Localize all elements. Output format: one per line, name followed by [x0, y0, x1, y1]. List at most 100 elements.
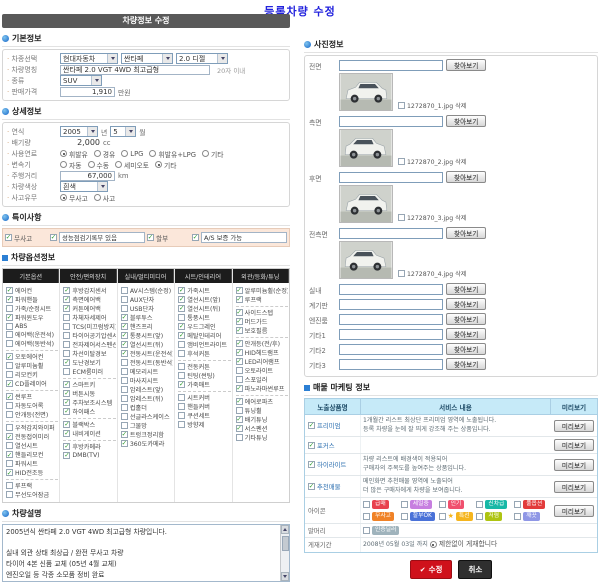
option-checkbox[interactable] — [178, 287, 185, 294]
option-checkbox[interactable] — [121, 359, 128, 366]
option-checkbox[interactable] — [178, 323, 185, 330]
option-checkbox[interactable] — [236, 327, 243, 334]
option-checkbox[interactable] — [236, 434, 243, 441]
option-checkbox[interactable] — [178, 305, 185, 312]
browse-button[interactable]: 찾아보기 — [446, 283, 486, 295]
photo-delete-checkbox[interactable] — [398, 158, 405, 165]
mileage-input[interactable] — [60, 171, 115, 181]
option-checkbox[interactable] — [6, 305, 13, 312]
fuel-radio[interactable] — [60, 150, 67, 157]
option-checkbox[interactable] — [6, 296, 13, 303]
option-checkbox[interactable] — [121, 305, 128, 312]
option-checkbox[interactable] — [6, 393, 13, 400]
photo-file-input[interactable] — [339, 172, 443, 183]
photo-file-input[interactable] — [339, 329, 443, 340]
option-checkbox[interactable] — [178, 381, 185, 388]
chevron-down-icon[interactable] — [87, 127, 97, 136]
option-checkbox[interactable] — [121, 296, 128, 303]
option-checkbox[interactable] — [6, 451, 13, 458]
badge-checkbox[interactable] — [439, 513, 446, 520]
preview-button[interactable]: 미리보기 — [554, 459, 594, 471]
badge-checkbox[interactable] — [514, 513, 521, 520]
option-checkbox[interactable] — [236, 407, 243, 414]
badge-checkbox[interactable] — [401, 501, 408, 508]
option-checkbox[interactable] — [63, 359, 70, 366]
option-checkbox[interactable] — [236, 425, 243, 432]
option-checkbox[interactable] — [178, 350, 185, 357]
fuel-radio[interactable] — [121, 150, 128, 157]
option-checkbox[interactable] — [121, 323, 128, 330]
option-checkbox[interactable] — [236, 376, 243, 383]
option-checkbox[interactable] — [63, 350, 70, 357]
chevron-down-icon[interactable] — [91, 76, 101, 85]
option-checkbox[interactable] — [178, 332, 185, 339]
option-checkbox[interactable] — [63, 430, 70, 437]
option-checkbox[interactable] — [121, 332, 128, 339]
car-name-input[interactable] — [60, 65, 210, 75]
special-checkbox[interactable] — [5, 234, 12, 241]
option-checkbox[interactable] — [236, 416, 243, 423]
option-checkbox[interactable] — [63, 341, 70, 348]
chevron-down-icon[interactable] — [162, 54, 172, 63]
photo-file-input[interactable] — [339, 299, 443, 310]
submit-button[interactable]: 수정 — [410, 560, 453, 579]
badge-checkbox[interactable] — [476, 501, 483, 508]
price-input[interactable] — [60, 87, 115, 97]
special-checkbox[interactable] — [192, 234, 199, 241]
scrollbar-thumb[interactable] — [282, 536, 289, 551]
photo-file-input[interactable] — [339, 284, 443, 295]
accident-radio[interactable] — [60, 194, 67, 201]
browse-button[interactable]: 찾아보기 — [446, 328, 486, 340]
photo-file-input[interactable] — [339, 60, 443, 71]
option-checkbox[interactable] — [6, 323, 13, 330]
year-select[interactable]: 2005 — [60, 126, 98, 137]
option-checkbox[interactable] — [6, 482, 13, 489]
option-checkbox[interactable] — [63, 443, 70, 450]
chevron-down-icon[interactable] — [125, 127, 135, 136]
marketing-checkbox[interactable] — [308, 483, 315, 490]
option-checkbox[interactable] — [178, 372, 185, 379]
textarea-scrollbar[interactable] — [280, 525, 289, 581]
marketing-checkbox[interactable] — [308, 422, 315, 429]
chevron-down-icon[interactable] — [217, 54, 227, 63]
browse-button[interactable]: 찾아보기 — [446, 227, 486, 239]
option-checkbox[interactable] — [178, 314, 185, 321]
option-checkbox[interactable] — [6, 340, 13, 347]
option-checkbox[interactable] — [6, 424, 13, 431]
option-checkbox[interactable] — [6, 331, 13, 338]
browse-button[interactable]: 찾아보기 — [446, 313, 486, 325]
browse-button[interactable]: 찾아보기 — [446, 59, 486, 71]
option-checkbox[interactable] — [236, 318, 243, 325]
option-checkbox[interactable] — [6, 353, 13, 360]
description-textarea[interactable]: 2005년식 싼타페 2.0 VGT 4WD 최고급형 차량입니다. 실내 외관… — [2, 524, 290, 582]
photo-delete-checkbox[interactable] — [398, 102, 405, 109]
badge-checkbox[interactable] — [476, 513, 483, 520]
special-checkbox[interactable] — [147, 234, 154, 241]
browse-button[interactable]: 찾아보기 — [446, 115, 486, 127]
option-checkbox[interactable] — [63, 323, 70, 330]
preview-button[interactable]: 미리보기 — [554, 420, 594, 432]
option-checkbox[interactable] — [63, 305, 70, 312]
option-checkbox[interactable] — [6, 469, 13, 476]
fuel-radio[interactable] — [149, 150, 156, 157]
option-checkbox[interactable] — [6, 362, 13, 369]
month-select[interactable]: 5 — [110, 126, 136, 137]
accident-radio[interactable] — [94, 194, 101, 201]
option-checkbox[interactable] — [121, 386, 128, 393]
option-checkbox[interactable] — [121, 350, 128, 357]
option-checkbox[interactable] — [6, 491, 13, 498]
option-checkbox[interactable] — [6, 314, 13, 321]
option-checkbox[interactable] — [178, 363, 185, 370]
scroll-up-icon[interactable] — [281, 525, 289, 534]
option-checkbox[interactable] — [63, 399, 70, 406]
cancel-button[interactable]: 취소 — [458, 560, 492, 579]
option-checkbox[interactable] — [236, 367, 243, 374]
color-select[interactable]: 흰색 — [60, 181, 108, 192]
photo-file-input[interactable] — [339, 314, 443, 325]
badge-checkbox[interactable] — [363, 501, 370, 508]
option-checkbox[interactable] — [63, 452, 70, 459]
photo-delete-checkbox[interactable] — [398, 214, 405, 221]
option-checkbox[interactable] — [63, 421, 70, 428]
option-checkbox[interactable] — [121, 287, 128, 294]
headline-checkbox[interactable] — [363, 527, 370, 534]
